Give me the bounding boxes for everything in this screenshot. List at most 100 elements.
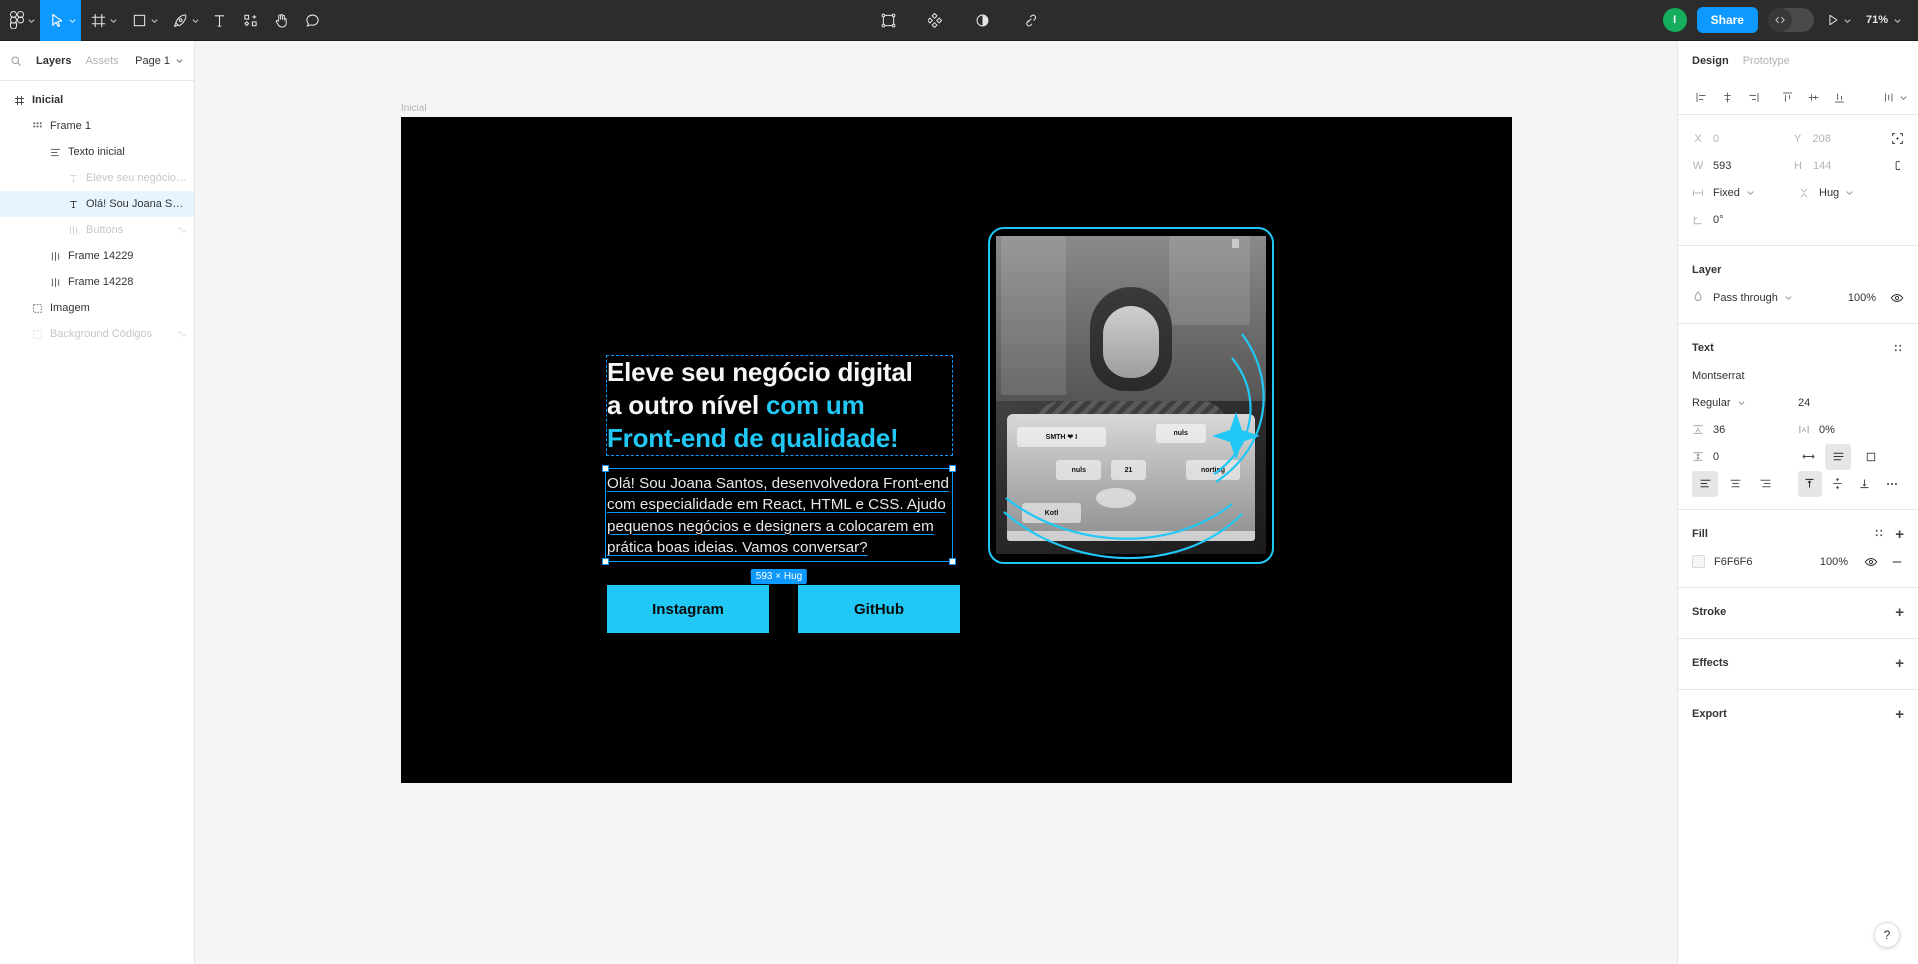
text-align-top-icon[interactable] — [1798, 470, 1822, 497]
text-style-button[interactable] — [1892, 342, 1904, 354]
fill-style-button[interactable] — [1873, 527, 1885, 542]
y-field[interactable]: Y 208 — [1792, 133, 1892, 145]
help-button[interactable]: ? — [1874, 922, 1900, 948]
alignment-toolbar — [1678, 81, 1918, 115]
figma-menu-icon[interactable] — [0, 0, 40, 41]
align-bottom-icon[interactable] — [1826, 85, 1852, 111]
toolbar-left-tools — [0, 0, 328, 41]
resize-handle-top-right[interactable] — [949, 465, 956, 472]
paragraph-spacing-value: 0 — [1713, 450, 1720, 463]
resize-handle-top-left[interactable] — [602, 465, 609, 472]
tab-prototype[interactable]: Prototype — [1743, 55, 1790, 67]
auto-width-icon[interactable] — [1798, 444, 1818, 470]
text-more-options-icon[interactable] — [1881, 471, 1905, 497]
link-icon[interactable] — [1014, 0, 1045, 41]
rotation-field[interactable]: 0° — [1692, 214, 1798, 226]
layer-row-ola-sou-joana[interactable]: Olá! Sou Joana Sant... — [0, 191, 194, 217]
paragraph-spacing-field[interactable]: 0 — [1692, 450, 1798, 463]
remove-fill-button[interactable] — [1890, 555, 1904, 569]
component-icon[interactable] — [873, 0, 904, 41]
layer-row-background-codigos[interactable]: Background Códigos — [0, 321, 194, 347]
fill-color-value[interactable]: F6F6F6 — [1714, 556, 1753, 568]
layer-row-inicial[interactable]: Inicial — [0, 87, 194, 113]
frame-tool-icon[interactable] — [81, 0, 122, 41]
font-weight-dropdown[interactable]: Regular — [1692, 397, 1798, 409]
text-align-middle-icon[interactable] — [1826, 471, 1850, 497]
align-vertical-center-icon[interactable] — [1800, 85, 1826, 111]
resize-handle-bottom-left[interactable] — [602, 558, 609, 566]
frame-name-label[interactable]: Inicial — [401, 103, 427, 114]
text-align-bottom-icon[interactable] — [1853, 471, 1877, 497]
add-fill-button[interactable]: + — [1895, 527, 1904, 542]
photo-group[interactable]: SMTH ❤ I nuls 21 nuls nortipg Kotl — [988, 227, 1274, 564]
actions-tool-icon[interactable] — [235, 0, 266, 41]
auto-height-icon[interactable] — [1825, 443, 1851, 470]
dev-mode-toggle[interactable] — [1767, 8, 1814, 32]
move-tool-icon[interactable] — [40, 0, 81, 41]
absolute-position-icon[interactable] — [1891, 132, 1904, 145]
line-height-field[interactable]: A 36 — [1692, 423, 1798, 436]
fixed-size-icon[interactable] — [1858, 444, 1884, 470]
contrast-icon[interactable] — [967, 0, 998, 41]
font-size-value[interactable]: 24 — [1798, 397, 1810, 409]
comment-tool-icon[interactable] — [297, 0, 328, 41]
layer-row-buttons[interactable]: Buttons — [0, 217, 194, 243]
fill-color-swatch[interactable] — [1692, 555, 1705, 568]
layer-row-frame-1[interactable]: Frame 1 — [0, 113, 194, 139]
paragraph-selection-wrapper[interactable]: Olá! Sou Joana Santos, desenvolvedora Fr… — [602, 465, 956, 585]
align-left-icon[interactable] — [1688, 85, 1714, 111]
layer-row-frame-14229[interactable]: Frame 14229 — [0, 243, 194, 269]
text-align-center-icon[interactable] — [1722, 471, 1748, 497]
share-button[interactable]: Share — [1696, 7, 1758, 33]
layer-row-frame-14228[interactable]: Frame 14228 — [0, 269, 194, 295]
horizontal-resizing-dropdown[interactable]: Fixed — [1713, 187, 1755, 199]
tab-layers[interactable]: Layers — [36, 55, 71, 67]
vertical-resizing-dropdown[interactable]: Hug — [1819, 187, 1854, 199]
fill-visibility-eye-icon[interactable] — [1864, 555, 1878, 569]
vertical-resizing-field[interactable]: Hug — [1798, 187, 1904, 199]
artboard-inicial[interactable]: Eleve seu negócio digital a outro nível … — [401, 117, 1512, 783]
hand-tool-icon[interactable] — [266, 0, 297, 41]
add-effect-button[interactable]: + — [1895, 656, 1904, 671]
horizontal-resize-icon — [1692, 187, 1704, 199]
x-field[interactable]: X 0 — [1692, 133, 1792, 145]
position-wh-row: W 593 H 144 — [1692, 152, 1904, 179]
present-button[interactable] — [1824, 0, 1854, 41]
tab-assets[interactable]: Assets — [85, 55, 118, 67]
fill-opacity-value[interactable]: 100% — [1820, 556, 1848, 568]
instagram-button[interactable]: Instagram — [607, 585, 769, 633]
add-stroke-button[interactable]: + — [1895, 605, 1904, 620]
width-field[interactable]: W 593 — [1692, 160, 1792, 172]
page-selector[interactable]: Page 1 — [135, 55, 184, 67]
pen-tool-icon[interactable] — [163, 0, 204, 41]
headline-text[interactable]: Eleve seu negócio digital a outro nível … — [606, 355, 953, 456]
align-right-icon[interactable] — [1740, 85, 1766, 111]
font-family-row[interactable]: Montserrat — [1692, 362, 1904, 389]
add-export-button[interactable]: + — [1895, 707, 1904, 722]
blend-mode-dropdown[interactable]: Pass through — [1713, 292, 1848, 304]
github-button[interactable]: GitHub — [798, 585, 960, 633]
layer-row-imagem[interactable]: Imagem — [0, 295, 194, 321]
layer-row-eleve-seu-negocio[interactable]: Eleve seu negócio di... — [0, 165, 194, 191]
align-horizontal-center-icon[interactable] — [1714, 85, 1740, 111]
height-field[interactable]: H 144 — [1792, 160, 1892, 172]
zoom-level-selector[interactable]: 71% — [1864, 14, 1904, 26]
canvas[interactable]: Inicial Eleve seu negócio digital a outr… — [195, 41, 1677, 964]
shape-tool-icon[interactable] — [122, 0, 163, 41]
distribute-icon[interactable] — [1882, 85, 1908, 111]
align-top-icon[interactable] — [1774, 85, 1800, 111]
search-icon[interactable] — [10, 55, 22, 67]
visibility-eye-icon[interactable] — [1890, 291, 1904, 305]
horizontal-resizing-field[interactable]: Fixed — [1692, 187, 1798, 199]
plugins-icon[interactable] — [920, 0, 951, 41]
layer-opacity-value[interactable]: 100% — [1848, 292, 1876, 304]
letter-spacing-field[interactable]: A 0% — [1798, 423, 1904, 436]
avatar[interactable]: I — [1662, 8, 1687, 32]
text-align-left-icon[interactable] — [1692, 470, 1718, 497]
resize-handle-bottom-right[interactable] — [949, 558, 956, 566]
proportion-lock-icon[interactable] — [1892, 159, 1904, 172]
text-align-right-icon[interactable] — [1752, 471, 1778, 497]
text-tool-icon[interactable] — [204, 0, 235, 41]
tab-design[interactable]: Design — [1692, 55, 1729, 67]
layer-row-texto-inicial[interactable]: Texto inicial — [0, 139, 194, 165]
